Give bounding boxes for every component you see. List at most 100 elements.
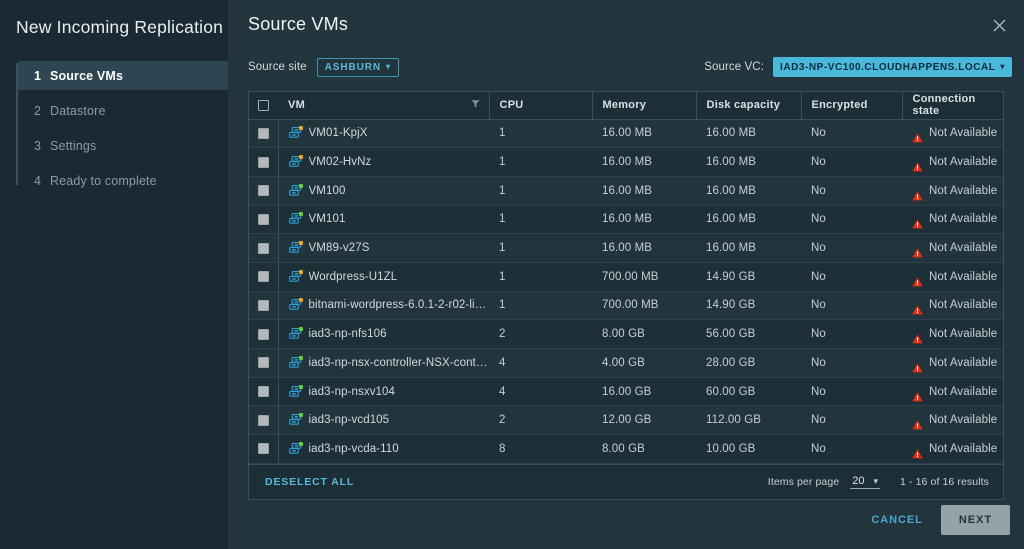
table-row[interactable]: bitnami-wordpress-6.0.1-2-r02-linux-v...… <box>249 291 1003 320</box>
table-row[interactable]: VM100116.00 MB16.00 MBNoNot Available <box>249 176 1003 205</box>
column-label-vm: VM <box>288 99 305 111</box>
vm-status-badge-icon <box>299 413 303 417</box>
table-row[interactable]: iad3-np-vcd105212.00 GB112.00 GBNoNot Av… <box>249 406 1003 435</box>
row-select-cell[interactable] <box>249 406 278 435</box>
table-row[interactable]: VM101116.00 MB16.00 MBNoNot Available <box>249 205 1003 234</box>
cell-encrypted: No <box>801 119 902 148</box>
row-checkbox[interactable] <box>258 357 269 368</box>
cell-cpu: 1 <box>489 291 592 320</box>
wizard-steps: 1 Source VMs 2 Datastore 3 Settings 4 Re… <box>0 61 228 195</box>
row-checkbox[interactable] <box>258 300 269 311</box>
close-icon[interactable] <box>986 12 1012 38</box>
row-select-cell[interactable] <box>249 205 278 234</box>
step-label: Ready to complete <box>50 174 157 188</box>
main-panel: Source VMs Source site ASHBURN ▾ Source … <box>228 0 1024 549</box>
vm-status-badge-icon <box>299 241 303 245</box>
column-header-connection-state[interactable]: Connection state <box>902 92 1003 119</box>
sidebar-item-ready-to-complete[interactable]: 4 Ready to complete <box>16 166 228 195</box>
row-checkbox[interactable] <box>258 128 269 139</box>
table-header-row: VM CPU Memory Disk capacity Encrypted Co… <box>249 92 1003 119</box>
row-checkbox[interactable] <box>258 214 269 225</box>
deselect-all-button[interactable]: DESELECT ALL <box>265 476 354 488</box>
connection-state-text: Not Available <box>929 357 997 369</box>
vm-name: VM89-v27S <box>309 242 370 254</box>
table-row[interactable]: VM02-HvNz116.00 MB16.00 MBNoNot Availabl… <box>249 148 1003 177</box>
column-header-memory[interactable]: Memory <box>592 92 696 119</box>
results-count: 1 - 16 of 16 results <box>900 476 989 488</box>
vm-name: iad3-np-nsxv104 <box>309 386 396 398</box>
vm-name: VM02-HvNz <box>309 156 372 168</box>
vm-name: Wordpress-U1ZL <box>309 271 398 283</box>
row-select-cell[interactable] <box>249 291 278 320</box>
row-select-cell[interactable] <box>249 119 278 148</box>
row-select-cell[interactable] <box>249 377 278 406</box>
row-checkbox[interactable] <box>258 386 269 397</box>
cancel-button[interactable]: CANCEL <box>857 506 937 534</box>
cell-disk-capacity: 16.00 MB <box>696 234 801 263</box>
column-header-encrypted[interactable]: Encrypted <box>801 92 902 119</box>
cell-cpu: 1 <box>489 119 592 148</box>
next-button[interactable]: NEXT <box>941 505 1010 535</box>
table-row[interactable]: iad3-np-nfs10628.00 GB56.00 GBNoNot Avai… <box>249 320 1003 349</box>
column-label-cpu: CPU <box>500 99 524 111</box>
row-checkbox[interactable] <box>258 243 269 254</box>
cell-disk-capacity: 28.00 GB <box>696 349 801 378</box>
filter-icon[interactable] <box>471 100 480 111</box>
column-header-disk-capacity[interactable]: Disk capacity <box>696 92 801 119</box>
connection-state-text: Not Available <box>929 127 997 139</box>
cell-cpu: 1 <box>489 234 592 263</box>
cell-vm: VM101 <box>278 205 489 234</box>
source-site-value: ASHBURN <box>325 62 381 73</box>
sidebar-item-source-vms[interactable]: 1 Source VMs <box>18 61 228 90</box>
row-select-cell[interactable] <box>249 148 278 177</box>
row-select-cell[interactable] <box>249 435 278 464</box>
row-select-cell[interactable] <box>249 262 278 291</box>
page-title: Source VMs <box>248 14 348 35</box>
table-body: VM01-KpjX116.00 MB16.00 MBNoNot Availabl… <box>249 119 1003 463</box>
row-select-cell[interactable] <box>249 176 278 205</box>
row-select-cell[interactable] <box>249 349 278 378</box>
row-checkbox[interactable] <box>258 443 269 454</box>
table-row[interactable]: iad3-np-vcda-11088.00 GB10.00 GBNoNot Av… <box>249 435 1003 464</box>
table-row[interactable]: Wordpress-U1ZL1700.00 MB14.90 GBNoNot Av… <box>249 262 1003 291</box>
column-label-disk-capacity: Disk capacity <box>707 99 781 111</box>
row-checkbox[interactable] <box>258 157 269 168</box>
cell-memory: 12.00 GB <box>592 406 696 435</box>
column-header-cpu[interactable]: CPU <box>489 92 592 119</box>
table-row[interactable]: VM89-v27S116.00 MB16.00 MBNoNot Availabl… <box>249 234 1003 263</box>
table-row[interactable]: iad3-np-nsx-controller-NSX-controller-14… <box>249 349 1003 378</box>
step-number: 2 <box>34 104 50 118</box>
virtual-machine-icon <box>289 127 302 139</box>
row-select-cell[interactable] <box>249 320 278 349</box>
table-row[interactable]: iad3-np-nsxv104416.00 GB60.00 GBNoNot Av… <box>249 377 1003 406</box>
cell-connection-state: Not Available <box>902 435 1003 464</box>
source-vc-dropdown[interactable]: IAD3-NP-VC100.CLOUDHAPPENS.LOCAL ▾ <box>773 57 1012 77</box>
row-select-cell[interactable] <box>249 234 278 263</box>
row-checkbox[interactable] <box>258 185 269 196</box>
column-header-select-all[interactable] <box>249 92 278 119</box>
connection-state-text: Not Available <box>929 386 997 398</box>
cell-cpu: 8 <box>489 435 592 464</box>
table-row[interactable]: VM01-KpjX116.00 MB16.00 MBNoNot Availabl… <box>249 119 1003 148</box>
connection-state-text: Not Available <box>929 443 997 455</box>
select-all-checkbox[interactable] <box>258 100 269 111</box>
column-header-vm[interactable]: VM <box>278 92 489 119</box>
items-per-page-dropdown[interactable]: 20 ▾ <box>850 475 880 489</box>
virtual-machine-icon <box>289 213 302 225</box>
connection-state-text: Not Available <box>929 299 997 311</box>
vm-name: VM101 <box>309 213 346 225</box>
source-site-dropdown[interactable]: ASHBURN ▾ <box>317 58 399 77</box>
row-checkbox[interactable] <box>258 329 269 340</box>
chevron-down-icon: ▾ <box>386 63 391 71</box>
sidebar-item-settings[interactable]: 3 Settings <box>16 131 228 160</box>
row-checkbox[interactable] <box>258 271 269 282</box>
sidebar-item-datastore[interactable]: 2 Datastore <box>16 96 228 125</box>
connection-state-text: Not Available <box>929 185 997 197</box>
virtual-machine-icon <box>289 299 302 311</box>
step-number: 1 <box>34 69 50 83</box>
cell-encrypted: No <box>801 234 902 263</box>
cell-encrypted: No <box>801 176 902 205</box>
cell-memory: 16.00 MB <box>592 119 696 148</box>
cell-disk-capacity: 112.00 GB <box>696 406 801 435</box>
row-checkbox[interactable] <box>258 415 269 426</box>
